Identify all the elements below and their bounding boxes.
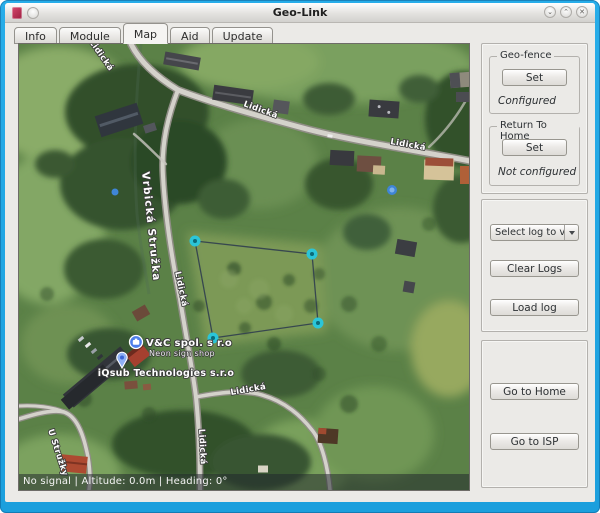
shop-icon <box>134 338 138 341</box>
logs-panel: Select log to view Clear Logs Load log <box>481 199 588 332</box>
tab-module[interactable]: Module <box>58 27 121 44</box>
go-to-isp-button[interactable]: Go to ISP <box>490 433 579 450</box>
return-home-status: Not configured <box>498 166 577 178</box>
geofence-panel: Geo-fence Set Configured Return To Home … <box>481 43 588 194</box>
geofence-group: Geo-fence Set Configured <box>489 50 580 114</box>
tab-aid[interactable]: Aid <box>170 27 210 44</box>
shop-icon <box>132 340 140 345</box>
navigation-panel: Go to Home Go to ISP <box>481 340 588 488</box>
satellite-map[interactable]: Lidická Lidická Lidická Lidická Lidická … <box>18 43 470 491</box>
return-home-group: Return To Home Set Not configured <box>489 120 580 186</box>
clear-logs-button[interactable]: Clear Logs <box>490 260 579 277</box>
poi-iqsub-title: iQsub Technologies s.r.o <box>98 368 235 379</box>
return-home-set-button[interactable]: Set <box>502 139 567 156</box>
close-button[interactable]: ✕ <box>576 6 588 18</box>
geofence-corner-marker[interactable] <box>312 317 324 329</box>
load-log-button[interactable]: Load log <box>490 299 579 316</box>
satellite-imagery: Lidická Lidická Lidická Lidická Lidická … <box>19 44 469 490</box>
geofence-status: Configured <box>498 95 556 107</box>
geofence-corner-marker[interactable] <box>306 248 318 260</box>
tab-info[interactable]: Info <box>14 27 57 44</box>
go-to-home-button[interactable]: Go to Home <box>490 383 579 400</box>
tab-bar: Info Module Map Aid Update <box>5 23 595 44</box>
log-select-dropdown[interactable]: Select log to view <box>490 224 579 241</box>
log-select-value: Select log to view <box>495 227 564 238</box>
tab-map[interactable]: Map <box>122 23 169 44</box>
tab-update[interactable]: Update <box>211 27 274 44</box>
poi-vc-subtitle: Neon sign shop <box>149 349 215 358</box>
telemetry-status-bar: No signal | Altitude: 0.0m | Heading: 0° <box>19 474 469 490</box>
title-bar[interactable]: Geo-Link ⌄ ⌃ ✕ <box>5 3 595 23</box>
poi-vc-title: V&C spol. s r.o <box>146 338 232 349</box>
geofence-group-title: Geo-fence <box>497 50 555 61</box>
window-title: Geo-Link <box>272 6 328 19</box>
maximize-button[interactable]: ⌃ <box>560 6 572 18</box>
poi-vc-marker[interactable] <box>128 334 144 350</box>
dropdown-arrow-icon[interactable] <box>564 225 578 240</box>
window: Geo-Link ⌄ ⌃ ✕ Info Module Map Aid Updat… <box>5 3 595 502</box>
geofence-corner-marker[interactable] <box>189 235 201 247</box>
geofence-set-button[interactable]: Set <box>502 69 567 86</box>
window-frame: Geo-Link ⌄ ⌃ ✕ Info Module Map Aid Updat… <box>0 0 600 513</box>
shade-button[interactable]: ⌄ <box>544 6 556 18</box>
street-label: Lidická <box>196 429 208 465</box>
